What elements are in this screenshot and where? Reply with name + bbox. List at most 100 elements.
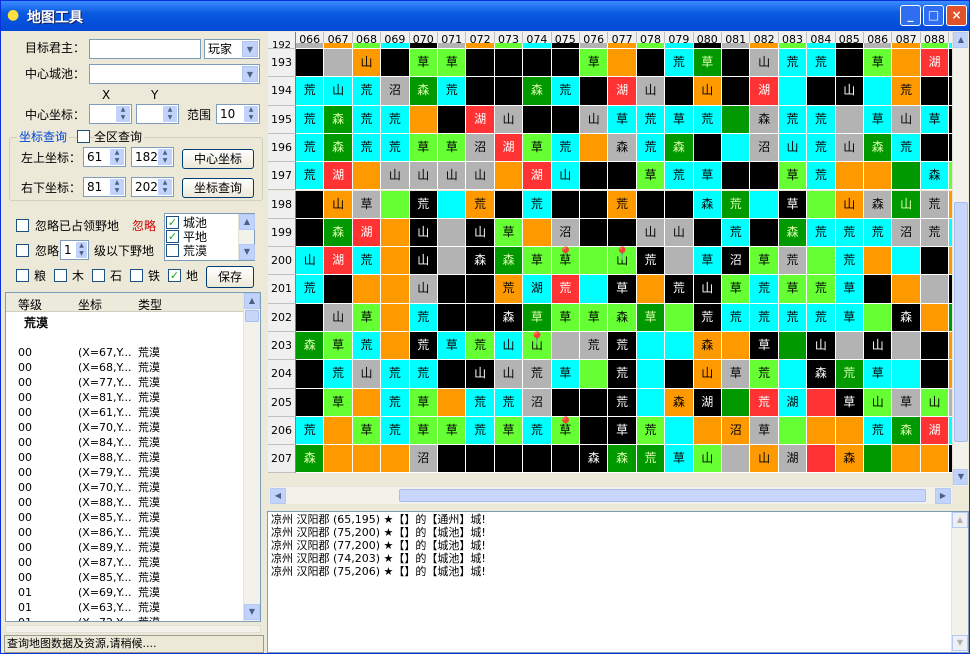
list-item[interactable]: 00 (X=89,Y... 荒漠 [6,540,244,555]
map-cell[interactable]: 草 [693,49,722,78]
map-cell[interactable] [296,303,325,332]
map-cell[interactable]: 山 [693,77,722,106]
type-checklist-scrollbar[interactable]: ▲ ▼ [238,214,255,260]
map-cell[interactable]: 森 [580,445,609,474]
map-cell[interactable]: 草 [778,162,808,191]
map-cell[interactable]: 草 [409,49,438,78]
map-cell[interactable]: 荒 [551,77,580,106]
list-scrollbar[interactable]: ▲ ▼ [243,293,260,621]
spinner-icon[interactable]: ▲ ▼ [163,106,177,122]
map-cell[interactable]: 荒 [494,388,524,417]
map-cell[interactable]: 荒 [296,162,325,191]
map-cell[interactable]: 荒 [608,360,637,389]
map-cell[interactable] [466,43,495,49]
level-input[interactable]: 1 ▲ ▼ [60,240,89,260]
list-item[interactable]: 00 (X=86,Y... 荒漠 [6,525,244,540]
map-cell[interactable]: 山 [409,247,438,276]
map-cell[interactable] [494,162,524,191]
map-cell[interactable]: 荒 [352,247,382,276]
map-cell[interactable] [466,303,495,332]
map-cell[interactable] [665,190,694,219]
map-cell[interactable]: 森 [409,77,438,106]
map-cell[interactable]: 森 [778,218,808,248]
res-checkbox-land[interactable]: ✓ [168,269,181,282]
map-cell[interactable]: 山 [636,218,666,248]
scroll-up-icon[interactable]: ▲ [239,214,255,230]
map-cell[interactable] [864,275,893,304]
map-cell[interactable]: 山 [494,360,524,389]
map-cell[interactable] [807,388,836,417]
map-cell[interactable] [580,77,609,106]
map-cell[interactable] [778,332,808,361]
res-checkbox-wood[interactable] [54,269,67,282]
map-cell[interactable] [778,360,808,389]
map-cell[interactable]: 山 [750,49,779,78]
map-cell[interactable]: 草 [324,388,353,417]
map-cell[interactable]: 山 [892,190,921,219]
map-cell[interactable]: 荒 [296,416,325,446]
map-cell[interactable]: 森 [892,303,921,332]
spinner-icon[interactable]: ▲ ▼ [110,179,124,195]
map-cell[interactable]: 草 [352,190,382,219]
map-cell[interactable]: 草 [864,360,893,389]
map-cell[interactable]: 荒 [636,247,666,276]
map-cell[interactable]: 草 [835,388,864,417]
map-cell[interactable] [466,445,495,474]
map-cell[interactable] [580,218,609,248]
map-cell[interactable]: 荒 [438,77,467,106]
map-cell[interactable]: 山 [494,332,524,361]
map-cell[interactable] [835,162,864,191]
map-cell[interactable]: 草 📍 [551,416,580,446]
map-cell[interactable]: 山 [693,445,722,474]
map-cell[interactable]: 森 [665,133,694,163]
map-cell[interactable]: 沼 [381,77,410,106]
map-cell[interactable]: 草 [438,49,467,78]
map-cell[interactable]: 荒 [551,275,580,304]
map-cell[interactable] [580,133,609,163]
map-cell[interactable]: 湖 [523,162,552,191]
map-cell[interactable]: 森 [920,162,950,191]
map-cell[interactable]: 荒 [722,218,751,248]
map-cell[interactable]: 森 [864,190,893,219]
map-cell[interactable]: 湖 [778,388,808,417]
title-bar[interactable]: ● 地图工具 _ □ × [1,1,969,31]
map-cell[interactable]: 湖 [523,275,552,304]
map-cell[interactable]: 荒 [324,360,353,389]
map-cell[interactable]: 荒 [807,105,836,134]
map-cell[interactable] [580,190,609,219]
map-cell[interactable]: 草 [750,247,779,276]
map-cell[interactable] [750,162,779,191]
map-cell[interactable]: 荒 [636,105,666,134]
map-cell[interactable]: 草 [580,303,609,332]
list-item[interactable]: 00 (X=88,Y... 荒漠 [6,450,244,465]
map-cell[interactable] [665,303,694,332]
map-cell[interactable]: 山 [438,162,467,191]
map-cell[interactable]: 湖 [750,77,779,106]
map-cell[interactable]: 山 [324,190,353,219]
map-cell[interactable] [722,445,751,474]
map-cell[interactable]: 荒 [466,332,495,361]
map-cell[interactable]: 荒 [352,105,382,134]
map-cell[interactable] [608,49,637,78]
bottom-right-x-input[interactable]: 81 ▲ ▼ [83,177,126,197]
scroll-left-icon[interactable]: ◀ [270,488,286,504]
map-cell[interactable] [892,332,921,361]
map-cell[interactable]: 湖 [324,247,353,276]
map-cell[interactable]: 草 [352,416,382,446]
map-cell[interactable]: 草 [409,388,438,417]
map-cell[interactable] [551,190,580,219]
map-cell[interactable]: 荒 [750,388,779,417]
type-checkbox-desert[interactable] [166,244,179,257]
map-cell[interactable] [693,218,722,248]
map-cell[interactable]: 草 📍 [551,247,580,276]
list-item[interactable]: 01 (X=69,Y... 荒漠 [6,585,244,600]
map-cell[interactable] [636,388,666,417]
map-cell[interactable]: 山 [835,190,864,219]
map-cell[interactable]: 草 [608,105,637,134]
list-item[interactable]: 00 (X=68,Y... 荒漠 [6,360,244,375]
map-cell[interactable]: 草 [864,105,893,134]
map-cell[interactable] [693,43,722,49]
map-cell[interactable] [665,43,694,49]
map-cell[interactable]: 山 [864,388,893,417]
map-cell[interactable]: 荒 [409,190,438,219]
